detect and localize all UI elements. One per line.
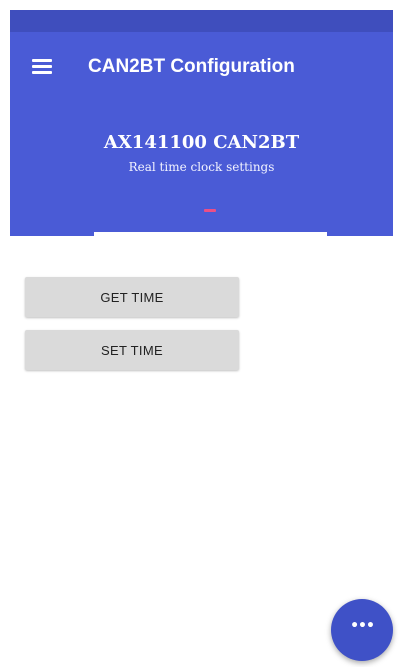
menu-line	[32, 65, 52, 68]
status-bar	[10, 10, 393, 32]
right-margin	[393, 0, 401, 667]
menu-line	[32, 71, 52, 74]
get-time-button[interactable]: GET TIME	[25, 277, 239, 317]
set-time-button[interactable]: SET TIME	[25, 330, 239, 370]
app-title: CAN2BT Configuration	[88, 56, 295, 77]
menu-line	[32, 59, 52, 62]
more-options-fab[interactable]: •••	[331, 599, 393, 661]
left-margin	[0, 0, 10, 667]
tab-indicator	[94, 232, 327, 236]
app-screen: CAN2BT Configuration AX141100 CAN2BT Rea…	[0, 0, 401, 667]
app-bar: CAN2BT Configuration AX141100 CAN2BT Rea…	[10, 32, 393, 236]
more-horiz-icon: •••	[350, 618, 375, 634]
hamburger-menu-icon[interactable]	[32, 58, 52, 74]
page-indicator	[204, 209, 216, 212]
device-name: AX141100 CAN2BT	[103, 132, 300, 153]
page-subtitle: Real time clock settings	[128, 160, 275, 174]
